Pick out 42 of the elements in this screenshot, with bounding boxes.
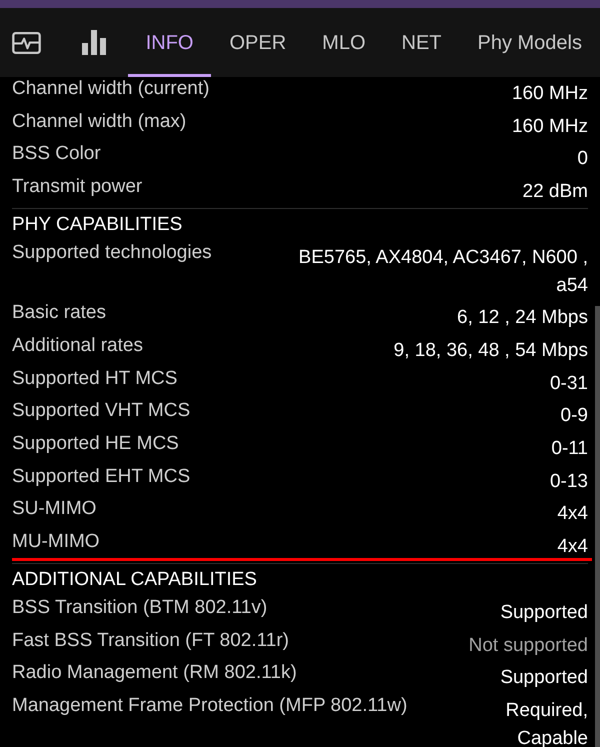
property-label: MU-MIMO (12, 530, 100, 554)
section-header: ADDITIONAL CAPABILITIES (12, 568, 257, 592)
property-label: Channel width (max) (12, 110, 186, 134)
property-label: Management Frame Protection (MFP 802.11w) (12, 694, 408, 718)
property-label: Supported HT MCS (12, 366, 178, 391)
property-value: 4x4 (557, 502, 588, 526)
tab[interactable]: INFO (128, 8, 212, 77)
section-header: PHY CAPABILITIES (12, 212, 182, 237)
property-value: 9, 18, 36, 48 , 54 Mbps (394, 338, 588, 363)
property-value: 4x4 (557, 535, 588, 560)
bar-chart-icon (82, 30, 106, 55)
property-value: 0-9 (560, 404, 588, 428)
property-value: 0-31 (550, 372, 588, 396)
property-label: SU-MIMO (12, 497, 96, 522)
property-value: BE5765, AX4804, AC3467, N600 , a54 (298, 246, 588, 298)
tab[interactable]: Phy Models (460, 8, 600, 77)
pulse-monitor-icon (12, 32, 41, 54)
property-label: Transmit power (12, 175, 142, 200)
property-value: 0 (577, 147, 588, 172)
property-label: Supported technologies (12, 240, 212, 265)
property-label: Additional rates (12, 334, 143, 358)
property-label: Radio Management (RM 802.11k) (12, 661, 297, 686)
tab[interactable]: NET (384, 8, 460, 77)
property-value: 160 MHz (512, 82, 588, 106)
property-label: Fast BSS Transition (FT 802.11r) (12, 628, 290, 653)
property-value: 6, 12 , 24 Mbps (457, 306, 588, 330)
property-label: BSS Transition (BTM 802.11v) (12, 596, 268, 620)
tab[interactable]: OPER (211, 8, 304, 77)
property-label: Basic rates (12, 301, 106, 326)
property-value: 0-11 (551, 437, 588, 462)
property-label: Supported HE MCS (12, 432, 179, 456)
property-label: Supported EHT MCS (12, 464, 190, 489)
property-label: BSS Color (12, 142, 101, 166)
property-value: 22 dBm (522, 180, 588, 204)
property-value: 0-13 (550, 470, 588, 494)
property-value: 160 MHz (512, 114, 588, 139)
property-value: Supported (500, 666, 588, 690)
property-value: Not supported (468, 634, 588, 658)
property-label: Channel width (current) (12, 77, 210, 101)
property-label: Supported VHT MCS (12, 399, 190, 424)
tab[interactable]: MLO (304, 8, 384, 77)
property-value: Supported (500, 600, 588, 625)
